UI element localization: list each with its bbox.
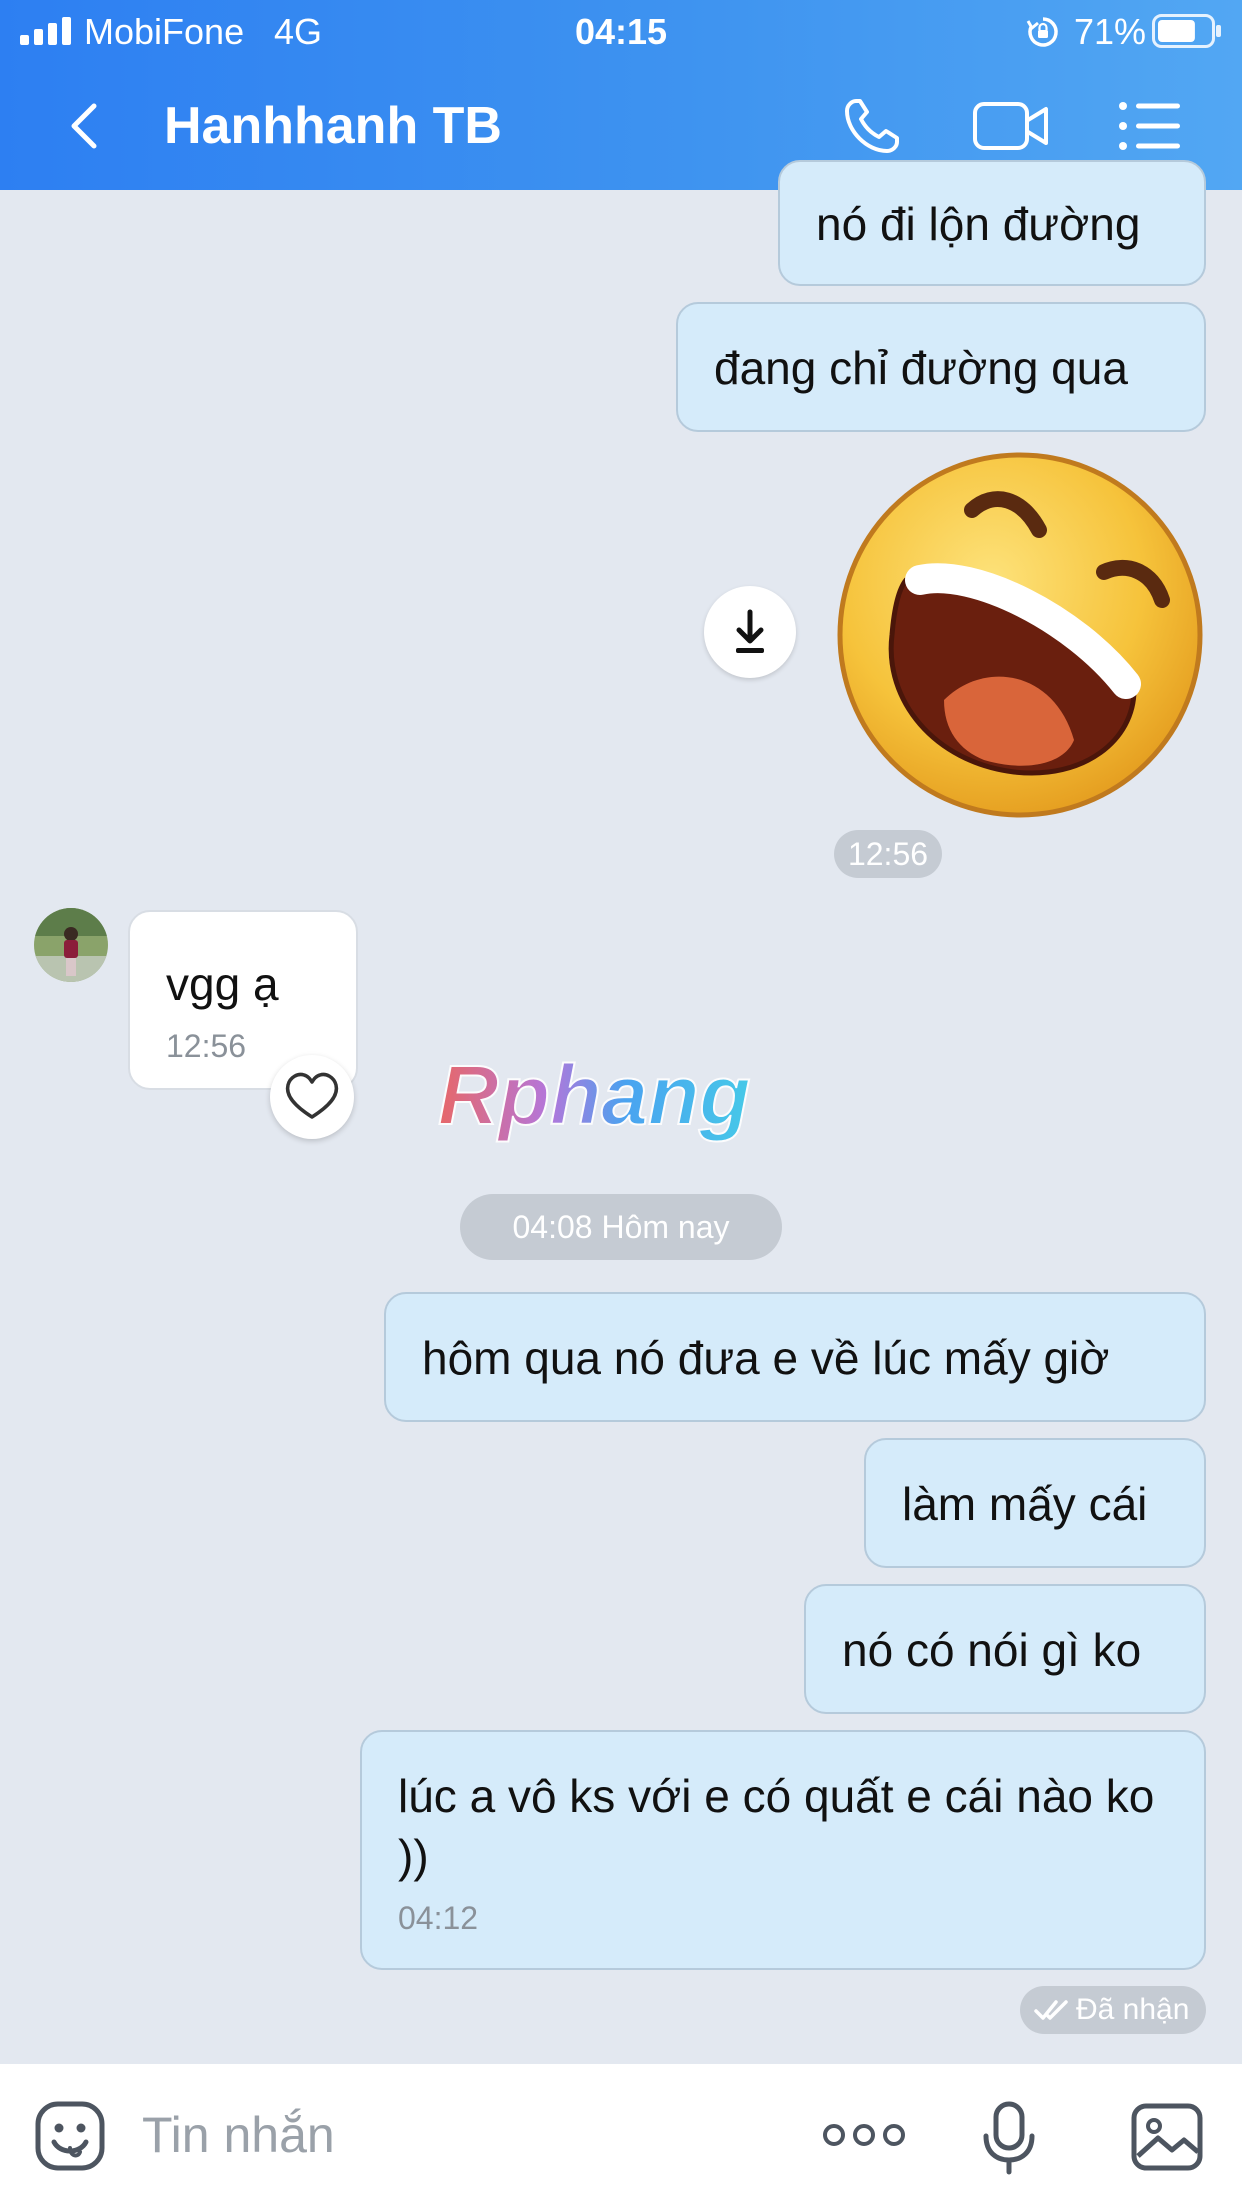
message-bubble-outgoing[interactable]: nó có nói gì ko [804,1584,1206,1714]
message-text: vgg ạ [166,958,279,1010]
message-text: lúc a vô ks với e có quất e cái nào ko )… [398,1770,1155,1882]
message-text: đang chỉ đường qua [714,342,1128,394]
emoji-icon[interactable] [34,2100,106,2172]
avatar[interactable] [34,908,108,982]
date-divider: 04:08 Hôm nay [460,1194,782,1260]
read-status-label: Đã nhận [1076,1993,1190,2026]
laughing-emoji-sticker[interactable] [834,450,1206,820]
battery-percent: 71% [1074,11,1147,52]
battery-icon [1152,14,1221,48]
message-time: 04:12 [398,1900,479,1936]
chat-screen: MobiFone 4G 04:15 71% Hanhhanh TB nó đi … [0,0,1242,2208]
microphone-icon[interactable] [978,2100,1040,2176]
rotation-lock-icon [1026,17,1058,47]
read-status-badge: Đã nhận [1020,1986,1206,2034]
watermark-logo: Rphang [437,1052,752,1143]
more-icon[interactable] [822,2120,906,2150]
message-input[interactable] [140,2094,784,2176]
message-text: làm mấy cái [902,1478,1148,1530]
video-camera-icon[interactable] [972,100,1050,152]
status-bar: MobiFone 4G 04:15 71% [0,0,1242,62]
double-check-icon [1034,2000,1068,2020]
menu-icon[interactable] [1118,100,1182,152]
heart-reaction-icon[interactable] [270,1055,354,1139]
svg-text:Rphang: Rphang [438,1052,751,1142]
back-icon[interactable] [58,98,114,154]
contact-name[interactable]: Hanhhanh TB [164,94,502,158]
message-timestamp: 12:56 [834,830,942,878]
image-icon[interactable] [1130,2102,1204,2172]
message-bubble-outgoing[interactable]: lúc a vô ks với e có quất e cái nào ko )… [360,1730,1206,1970]
message-composer [0,2064,1242,2208]
download-icon[interactable] [704,586,796,678]
message-bubble-outgoing[interactable]: hôm qua nó đưa e về lúc mấy giờ [384,1292,1206,1422]
message-bubble-outgoing[interactable]: làm mấy cái [864,1438,1206,1568]
message-text: nó đi lộn đường [816,198,1141,250]
message-bubble-outgoing[interactable]: đang chỉ đường qua [676,302,1206,432]
message-text: nó có nói gì ko [842,1624,1142,1676]
message-bubble-outgoing[interactable]: nó đi lộn đường [778,160,1206,286]
phone-icon[interactable] [842,96,902,156]
message-text: hôm qua nó đưa e về lúc mấy giờ [422,1332,1110,1384]
